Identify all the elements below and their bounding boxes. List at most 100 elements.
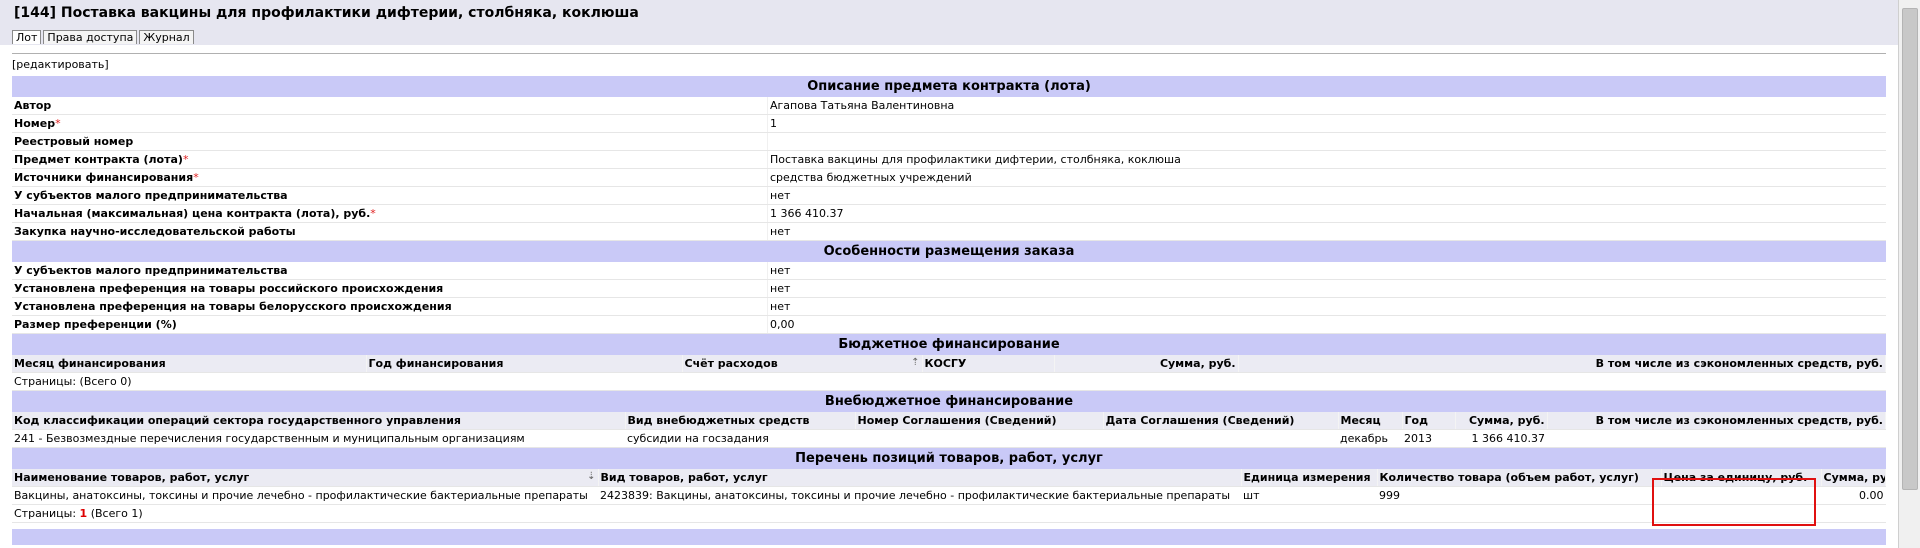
tab-access-rights[interactable]: Права доступа [43, 30, 138, 44]
col-month[interactable]: Месяц [1338, 412, 1403, 430]
field-value: Агапова Татьяна Валентиновна [767, 97, 1886, 115]
col-item-type[interactable]: Вид товаров, работ, услуг [598, 469, 1242, 487]
col-quantity[interactable]: Количество товара (объем работ, услуг) [1377, 469, 1662, 487]
field-label: Номер [14, 117, 56, 130]
table-row[interactable]: 241 - Безвозмездные перечисления государ… [12, 429, 1886, 448]
edit-link[interactable]: [редактировать] [12, 53, 1886, 76]
col-sum[interactable]: Сумма, руб. [1821, 469, 1886, 487]
page-link[interactable]: 1 [80, 507, 88, 520]
field-label-cell: У субъектов малого предпринимательства [12, 186, 768, 205]
scrollbar-thumb[interactable] [1902, 8, 1918, 490]
cell-item-name: Вакцины, анатоксины, токсины и прочие ле… [12, 486, 598, 505]
field-label: Установлена преференция на товары белору… [14, 300, 452, 313]
field-label: У субъектов малого предпринимательства [14, 264, 288, 277]
col-year[interactable]: Год [1402, 412, 1456, 430]
sort-down-icon[interactable]: ⇣ [587, 471, 595, 482]
cell-month: декабрь [1338, 429, 1402, 448]
sort-up-icon[interactable]: ⇡ [911, 357, 919, 368]
col-classification[interactable]: Код классификации операций сектора госуд… [12, 412, 626, 430]
field-label-cell: Установлена преференция на товары россий… [12, 279, 768, 298]
col-account: Счёт расходов [684, 357, 778, 370]
tab-lot[interactable]: Лот [12, 30, 42, 44]
field-value: средства бюджетных учреждений [767, 168, 1886, 187]
extrabudget-table: Код классификации операций сектора госуд… [12, 412, 1886, 448]
col-unit-price[interactable]: Цена за единицу, руб. [1661, 469, 1822, 487]
lot-content: [редактировать] Описание предмета контра… [0, 53, 1898, 545]
next-section-peek [12, 529, 1886, 545]
table-row: Размер преференции (%) 0,00 [12, 315, 1886, 334]
budget-table: Месяц финансирования Год финансирования … [12, 355, 1886, 373]
field-label-cell: Установлена преференция на товары белору… [12, 297, 768, 316]
col-fund-type[interactable]: Вид внебюджетных средств [625, 412, 856, 430]
col-year[interactable]: Год финансирования [366, 355, 683, 373]
field-value: нет [767, 279, 1886, 298]
cell-fund-type: субсидии на госзадания [625, 429, 855, 448]
page-title: [144] Поставка вакцины для профилактики … [0, 0, 1898, 30]
cell-classification: 241 - Безвозмездные перечисления государ… [12, 429, 625, 448]
cell-item-type: 2423839: Вакцины, анатоксины, токсины и … [598, 486, 1241, 505]
cell-sum: 0.00 [1821, 486, 1886, 505]
col-kosgu[interactable]: КОСГУ [922, 355, 1055, 373]
col-unit[interactable]: Единица измерения [1241, 469, 1378, 487]
field-value: нет [767, 222, 1886, 241]
table-row[interactable]: Вакцины, анатоксины, токсины и прочие ле… [12, 486, 1886, 505]
field-label: Закупка научно-исследовательской работы [14, 225, 296, 238]
budget-pager: Страницы: (Всего 0) [12, 373, 1886, 391]
col-agreement-number[interactable]: Номер Соглашения (Сведений) [855, 412, 1104, 430]
required-marker: * [55, 117, 61, 130]
cell-sum: 1 366 410.37 [1455, 429, 1547, 448]
col-saved-sum[interactable]: В том числе из сэкономленных средств, ру… [1238, 355, 1886, 373]
vertical-scrollbar[interactable] [1898, 0, 1920, 548]
field-label: Установлена преференция на товары россий… [14, 282, 444, 295]
description-table: Автор Агапова Татьяна Валентиновна Номер* 1… [12, 97, 1886, 241]
lot-page: [144] Поставка вакцины для профилактики … [0, 0, 1898, 548]
cell-unit: шт [1241, 486, 1377, 505]
table-row: Установлена преференция на товары россий… [12, 279, 1886, 298]
field-label: Источники финансирования [14, 171, 194, 184]
section-description: Описание предмета контракта (лота) [12, 76, 1886, 97]
tab-journal[interactable]: Журнал [139, 30, 194, 44]
col-sum[interactable]: Сумма, руб. [1054, 355, 1239, 373]
field-value: нет [767, 262, 1886, 280]
placement-table: У субъектов малого предпринимательства не… [12, 262, 1886, 334]
field-label-cell: Начальная (максимальная) цена контракта … [12, 204, 768, 223]
items-header-row: Наименование товаров, работ, услуг ⇣ Вид … [12, 469, 1886, 487]
field-label: Автор [14, 99, 52, 112]
field-value: Поставка вакцины для профилактики дифтер… [767, 150, 1886, 169]
cell-agreement-date [1103, 429, 1338, 448]
field-label-cell: Автор [12, 97, 768, 115]
field-label: Реестровый номер [14, 135, 134, 148]
field-value [767, 132, 1886, 151]
table-row: Начальная (максимальная) цена контракта … [12, 204, 1886, 223]
field-label-cell: Реестровый номер [12, 132, 768, 151]
section-extrabudget: Внебюджетное финансирование [12, 391, 1886, 412]
table-row: Реестровый номер [12, 132, 1886, 151]
table-row: Источники финансирования* средства бюджет… [12, 168, 1886, 187]
table-row: Установлена преференция на товары белору… [12, 297, 1886, 316]
field-label: Предмет контракта (лота) [14, 153, 183, 166]
table-row: Закупка научно-исследовательской работы н… [12, 222, 1886, 241]
field-label-cell: Закупка научно-исследовательской работы [12, 222, 768, 241]
extrabudget-header-row: Код классификации операций сектора госуд… [12, 412, 1886, 430]
col-sum[interactable]: Сумма, руб. [1455, 412, 1548, 430]
table-row: У субъектов малого предпринимательства не… [12, 186, 1886, 205]
field-value: 1 366 410.37 [767, 204, 1886, 223]
cell-year: 2013 [1402, 429, 1455, 448]
col-agreement-date[interactable]: Дата Соглашения (Сведений) [1103, 412, 1339, 430]
field-value: нет [767, 297, 1886, 316]
field-value: 1 [767, 114, 1886, 133]
field-label-cell: Размер преференции (%) [12, 315, 768, 334]
col-month[interactable]: Месяц финансирования [12, 355, 367, 373]
col-item-name-header[interactable]: Наименование товаров, работ, услуг ⇣ [12, 469, 599, 487]
field-value: 0,00 [767, 315, 1886, 334]
field-label: Начальная (максимальная) цена контракта … [14, 207, 371, 220]
cell-unit-price [1661, 486, 1821, 505]
required-marker: * [193, 171, 199, 184]
budget-header-row: Месяц финансирования Год финансирования … [12, 355, 1886, 373]
field-value: нет [767, 186, 1886, 205]
col-account-header[interactable]: Счёт расходов ⇡ [682, 355, 923, 373]
cell-agreement-number [855, 429, 1103, 448]
field-label-cell: Номер* [12, 114, 768, 133]
col-saved-sum[interactable]: В том числе из сэкономленных средств, ру… [1547, 412, 1886, 430]
cell-saved-sum [1547, 429, 1886, 448]
